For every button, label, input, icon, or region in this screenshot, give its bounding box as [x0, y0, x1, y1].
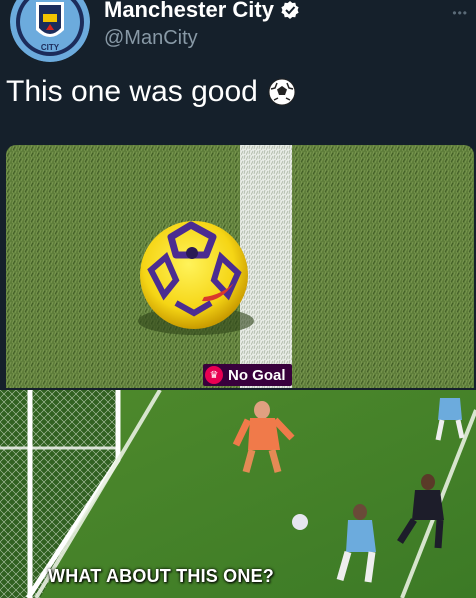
account-handle[interactable]: @ManCity [104, 26, 198, 50]
match-ball [140, 221, 248, 329]
ball-on-line-image[interactable] [6, 145, 474, 388]
meme-caption: WHAT ABOUT THIS ONE? [48, 566, 274, 586]
man-city-crest-icon: CITY [10, 0, 90, 62]
soccer-ball-icon [268, 78, 296, 106]
avatar[interactable]: CITY [10, 0, 90, 62]
verified-badge-icon [281, 1, 299, 19]
tweet-text-content: This one was good [6, 75, 258, 108]
no-goal-badge: ♛ No Goal [203, 364, 292, 386]
tweet-text: This one was good [6, 72, 296, 112]
tweet-screenshot: CITY Manchester City @ManCity ••• This o… [0, 0, 476, 598]
premier-league-logo-icon: ♛ [205, 366, 223, 384]
account-name[interactable]: Manchester City [104, 0, 274, 23]
svg-text:CITY: CITY [41, 43, 60, 52]
tweet-header: CITY Manchester City @ManCity ••• This o… [0, 0, 476, 140]
no-goal-label: No Goal [228, 366, 286, 384]
account-name-row: Manchester City [104, 0, 300, 23]
more-options-icon[interactable]: ••• [452, 6, 468, 20]
pitch-closeup [6, 145, 474, 388]
